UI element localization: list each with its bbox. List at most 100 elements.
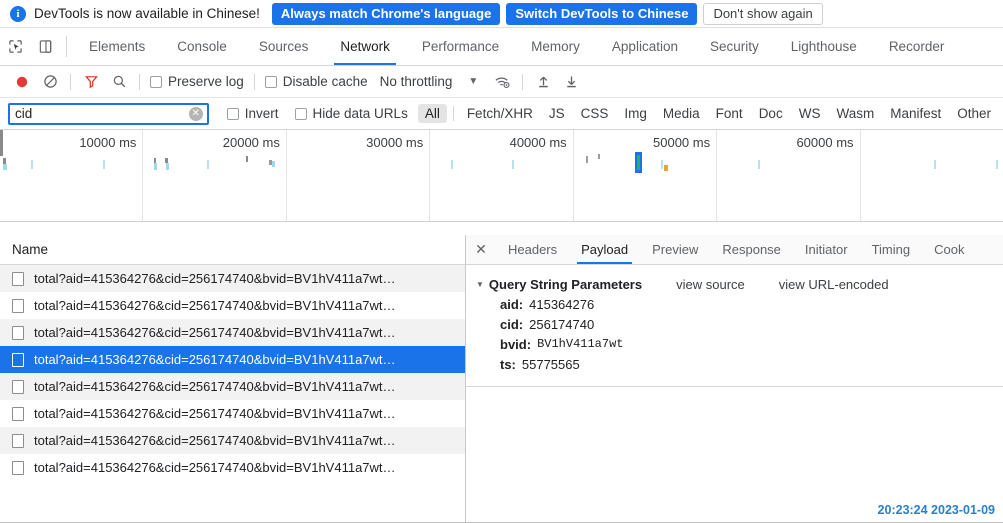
request-row[interactable]: total?aid=415364276&cid=256174740&bvid=B…: [0, 265, 465, 292]
tab-console[interactable]: Console: [161, 28, 243, 65]
inspect-element-icon[interactable]: [0, 28, 30, 65]
network-conditions-icon[interactable]: [488, 69, 516, 95]
overview-cell: 30000 ms: [287, 130, 431, 221]
toolbar-divider-1: [70, 73, 71, 90]
overview-request-bar: [996, 160, 999, 169]
filter-type-css[interactable]: CSS: [574, 104, 616, 123]
view-source-link[interactable]: view source: [676, 277, 745, 292]
tab-lighthouse[interactable]: Lighthouse: [775, 28, 873, 65]
throttling-select[interactable]: No throttling: [380, 74, 453, 89]
filter-type-other[interactable]: Other: [950, 104, 998, 123]
overview-request-bar: [511, 160, 514, 169]
disable-cache-checkbox-box[interactable]: [264, 75, 277, 88]
details-tab-timing[interactable]: Timing: [860, 235, 923, 264]
request-row[interactable]: total?aid=415364276&cid=256174740&bvid=B…: [0, 346, 465, 373]
preserve-log-checkbox-box[interactable]: [150, 75, 162, 88]
filter-type-js[interactable]: JS: [542, 104, 572, 123]
request-row[interactable]: total?aid=415364276&cid=256174740&bvid=B…: [0, 373, 465, 400]
switch-devtools-to-chinese-button[interactable]: Switch DevTools to Chinese: [506, 2, 698, 25]
filter-type-fetch-xhr[interactable]: Fetch/XHR: [460, 104, 540, 123]
filter-search-box[interactable]: ✕: [8, 102, 209, 125]
filter-type-wasm[interactable]: Wasm: [829, 104, 881, 123]
chevron-down-icon[interactable]: ▼: [476, 280, 484, 289]
filter-type-media[interactable]: Media: [656, 104, 707, 123]
tab-application[interactable]: Application: [596, 28, 694, 65]
search-icon[interactable]: [105, 69, 133, 95]
hide-data-urls-checkbox[interactable]: Hide data URLs: [291, 106, 412, 121]
clear-button[interactable]: [36, 69, 64, 95]
query-string-parameters-section[interactable]: ▼ Query String Parameters view source vi…: [466, 277, 1003, 292]
filter-icon[interactable]: [77, 69, 105, 95]
tab-sources[interactable]: Sources: [243, 28, 325, 65]
chevron-down-icon[interactable]: ▼: [468, 76, 478, 87]
details-tab-headers[interactable]: Headers: [496, 235, 569, 264]
overview-request-bar: [268, 160, 272, 165]
hide-data-urls-checkbox-box[interactable]: [294, 107, 307, 120]
details-tab-preview[interactable]: Preview: [640, 235, 710, 264]
query-param-value: 415364276: [529, 297, 595, 312]
request-name: total?aid=415364276&cid=256174740&bvid=B…: [34, 406, 396, 421]
preserve-log-checkbox[interactable]: Preserve log: [146, 74, 248, 89]
overview-tick-label: 60000 ms: [796, 135, 854, 150]
overview-request-bar: [586, 156, 589, 163]
search-input[interactable]: [10, 104, 207, 123]
close-icon[interactable]: ✕: [466, 235, 496, 264]
overview-gridlines: 10000 ms 20000 ms 30000 ms 40000 ms 5000…: [0, 130, 1003, 221]
request-name: total?aid=415364276&cid=256174740&bvid=B…: [34, 433, 396, 448]
query-param-key: aid:: [500, 297, 524, 312]
tab-network[interactable]: Network: [324, 28, 406, 65]
disable-cache-checkbox[interactable]: Disable cache: [261, 74, 372, 89]
details-tab-initiator[interactable]: Initiator: [793, 235, 860, 264]
filter-type-ws[interactable]: WS: [792, 104, 828, 123]
filter-type-img[interactable]: Img: [617, 104, 654, 123]
always-match-chrome-language-button[interactable]: Always match Chrome's language: [271, 2, 501, 25]
devtools-tabbar: Elements Console Sources Network Perform…: [0, 28, 1003, 66]
network-overview-timeline[interactable]: 10000 ms 20000 ms 30000 ms 40000 ms 5000…: [0, 130, 1003, 222]
export-har-icon[interactable]: [557, 69, 585, 95]
invert-checkbox-box[interactable]: [226, 107, 239, 120]
overview-left-marker: [0, 130, 3, 156]
details-tab-payload[interactable]: Payload: [569, 235, 640, 264]
request-row[interactable]: total?aid=415364276&cid=256174740&bvid=B…: [0, 427, 465, 454]
tab-performance[interactable]: Performance: [406, 28, 515, 65]
clear-search-icon[interactable]: ✕: [188, 106, 203, 121]
import-har-icon[interactable]: [529, 69, 557, 95]
dont-show-again-button[interactable]: Don't show again: [703, 2, 823, 25]
request-row[interactable]: total?aid=415364276&cid=256174740&bvid=B…: [0, 454, 465, 481]
overview-request-bar: [933, 160, 936, 169]
devtools-window: i DevTools is now available in Chinese! …: [0, 0, 1003, 523]
overview-cell: 50000 ms: [574, 130, 718, 221]
query-param-value: 256174740: [529, 317, 595, 332]
overview-request-bar: [154, 163, 157, 170]
filter-type-doc[interactable]: Doc: [752, 104, 790, 123]
query-param-key: bvid:: [500, 337, 532, 352]
view-url-encoded-link[interactable]: view URL-encoded: [779, 277, 889, 292]
banner-message: DevTools is now available in Chinese!: [34, 6, 260, 21]
invert-checkbox[interactable]: Invert: [223, 106, 283, 121]
request-name: total?aid=415364276&cid=256174740&bvid=B…: [34, 325, 396, 340]
details-tab-response[interactable]: Response: [710, 235, 793, 264]
overview-request-bar: [758, 160, 761, 169]
request-row[interactable]: total?aid=415364276&cid=256174740&bvid=B…: [0, 319, 465, 346]
filter-type-font[interactable]: Font: [709, 104, 750, 123]
tab-memory[interactable]: Memory: [515, 28, 596, 65]
tab-security[interactable]: Security: [694, 28, 775, 65]
network-toolbar: Preserve log Disable cache No throttling…: [0, 66, 1003, 98]
record-button[interactable]: [8, 69, 36, 95]
request-row[interactable]: total?aid=415364276&cid=256174740&bvid=B…: [0, 292, 465, 319]
filter-type-manifest[interactable]: Manifest: [883, 104, 948, 123]
overview-request-bar: [246, 156, 249, 162]
device-toolbar-icon[interactable]: [30, 28, 60, 65]
filter-type-all[interactable]: All: [417, 104, 447, 123]
requests-list[interactable]: total?aid=415364276&cid=256174740&bvid=B…: [0, 265, 465, 522]
disable-cache-label: Disable cache: [282, 74, 368, 89]
column-header-name: Name: [12, 242, 49, 257]
request-name: total?aid=415364276&cid=256174740&bvid=B…: [34, 379, 396, 394]
translation-banner: i DevTools is now available in Chinese! …: [0, 0, 1003, 28]
requests-column-header[interactable]: Name: [0, 235, 465, 265]
tab-recorder[interactable]: Recorder: [873, 28, 961, 65]
details-tab-cookies[interactable]: Cook: [922, 235, 976, 264]
tab-elements[interactable]: Elements: [73, 28, 161, 65]
request-row[interactable]: total?aid=415364276&cid=256174740&bvid=B…: [0, 400, 465, 427]
toolbar-divider-2: [139, 73, 140, 90]
